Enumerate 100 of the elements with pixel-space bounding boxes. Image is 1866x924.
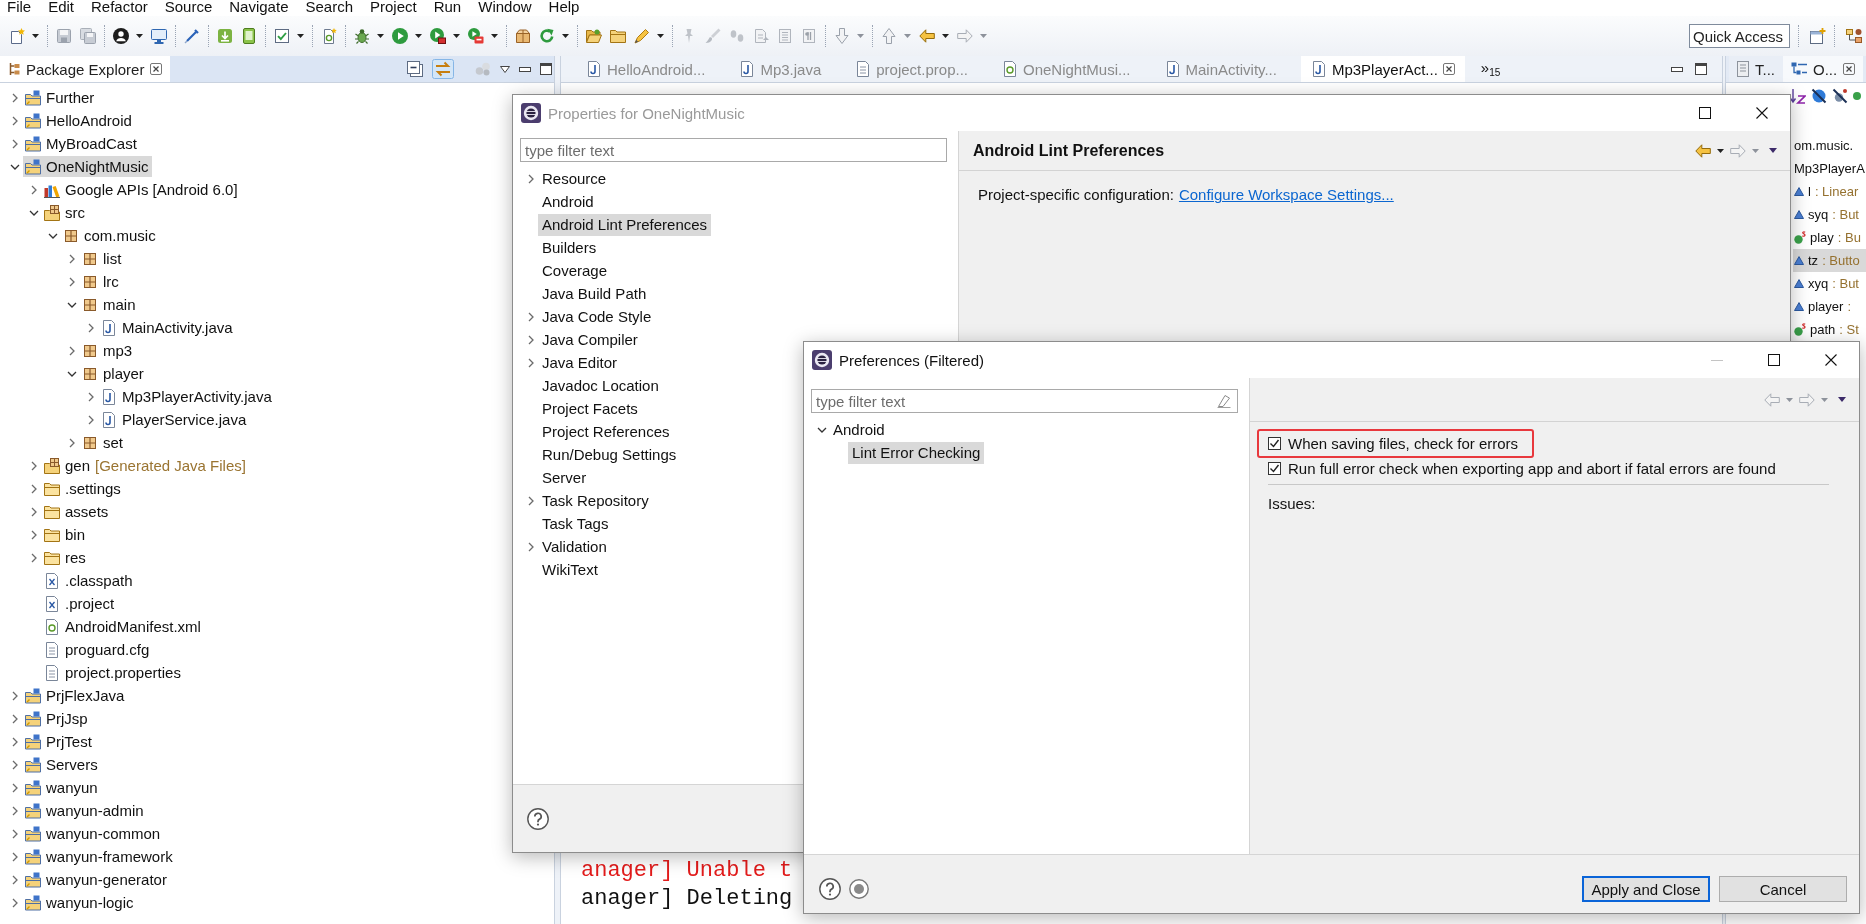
- view-menu-icon[interactable]: [1838, 397, 1846, 402]
- document-icon[interactable]: [321, 28, 337, 44]
- view-tab[interactable]: T...: [1729, 56, 1783, 82]
- circle-slash-icon[interactable]: [1811, 88, 1827, 104]
- view-menu-icon[interactable]: [1769, 148, 1777, 153]
- chevron-right-icon[interactable]: [528, 495, 534, 506]
- caret-icon[interactable]: [491, 34, 498, 38]
- view-tab[interactable]: O...: [1783, 56, 1864, 82]
- chevron-right-icon[interactable]: [31, 506, 37, 517]
- chevron-right-icon[interactable]: [528, 334, 534, 345]
- caret-icon[interactable]: [942, 34, 949, 38]
- chevron-right-icon[interactable]: [12, 736, 18, 747]
- tree-item[interactable]: Mp3PlayerActivity.java: [99, 386, 275, 407]
- tree-item[interactable]: wanyun-logic: [23, 892, 137, 913]
- menu-item[interactable]: Navigate: [229, 0, 289, 16]
- caret-icon[interactable]: [453, 34, 460, 38]
- chevron-right-icon[interactable]: [88, 322, 94, 333]
- menu-item[interactable]: Window: [478, 0, 532, 16]
- chevron-right-icon[interactable]: [31, 483, 37, 494]
- window-plus-icon[interactable]: [1810, 28, 1826, 44]
- tree-item[interactable]: com.music: [61, 225, 159, 246]
- tree-item[interactable]: Task Tags: [538, 512, 613, 535]
- collapse-all-icon[interactable]: [407, 61, 423, 77]
- tree-item[interactable]: Google APIs [Android 6.0]: [42, 179, 241, 200]
- maximize-icon[interactable]: [1767, 354, 1780, 366]
- eraser-icon[interactable]: [1217, 394, 1231, 408]
- tree-item[interactable]: Java Compiler: [538, 328, 642, 351]
- menu-item[interactable]: Edit: [48, 0, 75, 16]
- caret-icon[interactable]: [136, 34, 143, 38]
- tree-item[interactable]: src: [42, 202, 88, 223]
- tree-item[interactable]: PrjTest: [23, 731, 95, 752]
- sort-icon[interactable]: [1790, 88, 1806, 104]
- tree-item[interactable]: wanyun-framework: [23, 846, 176, 867]
- tree-item[interactable]: Android: [538, 190, 598, 213]
- maximize-icon[interactable]: [1698, 107, 1711, 119]
- minimize-icon[interactable]: [1671, 66, 1683, 72]
- folder-icon[interactable]: [586, 28, 602, 44]
- chevron-right-icon[interactable]: [31, 460, 37, 471]
- tree-item[interactable]: HelloAndroid: [23, 110, 135, 131]
- tree-item[interactable]: player :: [1793, 295, 1866, 318]
- caret-icon[interactable]: [657, 34, 664, 38]
- chevron-right-icon[interactable]: [31, 529, 37, 540]
- chevron-right-icon[interactable]: [31, 552, 37, 563]
- dot-icon[interactable]: [1853, 92, 1861, 100]
- tree-item[interactable]: wanyun: [23, 777, 101, 798]
- menu-item[interactable]: Help: [548, 0, 580, 16]
- tree-item[interactable]: Project Facets: [538, 397, 642, 420]
- chevron-right-icon[interactable]: [69, 276, 75, 287]
- search-field[interactable]: Quick Access: [1689, 24, 1790, 48]
- tree-item[interactable]: Java Code Style: [538, 305, 656, 328]
- pencil-icon[interactable]: [634, 28, 650, 44]
- tree-item[interactable]: PlayerService.java: [99, 409, 250, 430]
- person-icon[interactable]: [113, 28, 129, 44]
- help-icon[interactable]: [819, 878, 841, 900]
- tree-item[interactable]: om.music.: [1793, 134, 1866, 157]
- tree-item[interactable]: Servers: [23, 754, 101, 775]
- chevron-right-icon[interactable]: [528, 173, 534, 184]
- tree-item[interactable]: gen [Generated Java Files]: [42, 455, 249, 476]
- chevron-down-icon[interactable]: [817, 426, 827, 433]
- checkmark-icon[interactable]: [274, 28, 290, 44]
- tree-item[interactable]: tz : Butto: [1793, 249, 1866, 272]
- tree-item[interactable]: Android: [829, 418, 889, 441]
- dialog-button[interactable]: Apply and Close: [1582, 876, 1710, 902]
- tree-item[interactable]: Javadoc Location: [538, 374, 663, 397]
- minimize-icon[interactable]: [519, 66, 531, 72]
- tree-item[interactable]: Validation: [538, 535, 611, 558]
- tree-item[interactable]: Run/Debug Settings: [538, 443, 681, 466]
- tree-item[interactable]: Coverage: [538, 259, 612, 282]
- chevron-right-icon[interactable]: [528, 541, 534, 552]
- record-icon[interactable]: [849, 879, 869, 899]
- two-arrows-icon[interactable]: [432, 59, 454, 79]
- tree-item[interactable]: Task Repository: [538, 489, 653, 512]
- tree-item[interactable]: Server: [538, 466, 591, 489]
- chevron-down-icon[interactable]: [10, 163, 20, 170]
- settings-link[interactable]: Configure Workspace Settings...: [1178, 186, 1394, 203]
- refresh-icon[interactable]: [539, 28, 555, 44]
- tree-item[interactable]: Mp3PlayerA: [1793, 157, 1866, 180]
- checkbox[interactable]: [1268, 437, 1281, 450]
- caret-icon[interactable]: [415, 34, 422, 38]
- tree-item[interactable]: wanyun-common: [23, 823, 164, 844]
- pen-icon[interactable]: [184, 28, 200, 44]
- caret-icon[interactable]: [377, 34, 384, 38]
- checkbox[interactable]: [1268, 462, 1281, 475]
- tree-item[interactable]: Lint Error Checking: [848, 441, 985, 464]
- tree-item[interactable]: PrjFlexJava: [23, 685, 128, 706]
- chevron-right-icon[interactable]: [528, 357, 534, 368]
- tree-item[interactable]: list: [80, 248, 125, 269]
- tree-item[interactable]: path : St: [1793, 318, 1866, 341]
- view-tab[interactable]: Package Explorer: [0, 56, 171, 82]
- maximize-icon[interactable]: [540, 63, 552, 75]
- tree-item[interactable]: assets: [42, 501, 112, 522]
- bug-icon[interactable]: [354, 28, 370, 44]
- arrow-left-icon[interactable]: [1695, 143, 1711, 158]
- chevron-down-icon[interactable]: [48, 232, 58, 239]
- editor-tab[interactable]: Mp3PlayerAct...: [1300, 56, 1465, 82]
- chevron-right-icon[interactable]: [12, 92, 18, 103]
- help-icon[interactable]: [527, 807, 549, 830]
- close-icon[interactable]: [1442, 63, 1455, 75]
- tree-item[interactable]: res: [42, 547, 89, 568]
- chevron-right-icon[interactable]: [88, 391, 94, 402]
